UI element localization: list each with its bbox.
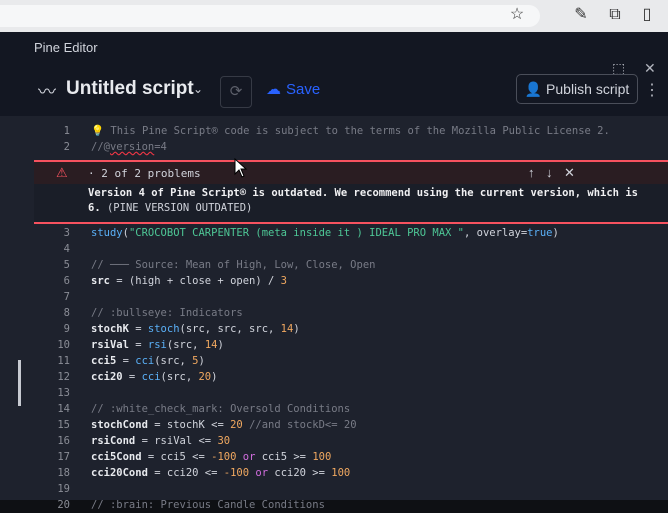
sync-icon: ⟳ [229, 83, 243, 100]
code-text: // :white_check_mark: Oversold Condition… [91, 403, 351, 415]
arrow-down-icon[interactable]: ↓ [546, 165, 553, 180]
code-line[interactable]: 18 cci20Cond = cci20 <= -100 or cci20 >= … [0, 466, 640, 481]
address-bar[interactable] [0, 5, 540, 27]
code-line[interactable]: 14 // :white_check_mark: Oversold Conditi… [0, 402, 640, 417]
line-number: 6 [63, 275, 70, 287]
code-line[interactable]: 3 study("CROCOBOT CARPENTER (meta inside … [0, 226, 640, 241]
line-number: 18 [57, 467, 70, 479]
code-line[interactable]: 1 💡 This Pine Script® code is subject to … [0, 124, 640, 139]
more-icon[interactable]: ⋮ [644, 80, 660, 100]
edit-icon[interactable]: ✎ [572, 6, 590, 24]
publish-script-button[interactable]: 👤 Publish script [516, 74, 638, 104]
line-number: 16 [57, 435, 70, 447]
code-line[interactable]: 20 // :brain: Previous Candle Conditions [0, 498, 640, 513]
code-text: // ─── Source: Mean of High, Low, Close,… [91, 259, 376, 271]
line-number: 10 [57, 339, 70, 351]
save-button[interactable]: ☁ Save [266, 80, 320, 98]
line-number: 20 [57, 499, 70, 511]
code-text: //@version=4 [91, 141, 167, 153]
scroll-indicator[interactable] [18, 360, 21, 406]
line-number: 8 [63, 307, 70, 319]
line-number: 3 [63, 227, 70, 239]
code-text: rsiCond = rsiVal <= 30 [91, 435, 231, 447]
code-line[interactable]: 15 stochCond = stochK <= 20 //and stockD<… [0, 418, 640, 433]
code-line[interactable]: 17 cci5Cond = cci5 <= -100 or cci5 >= 100 [0, 450, 640, 465]
code-line[interactable]: 7 [0, 290, 640, 305]
sidebar-icon[interactable]: ▯ [638, 6, 656, 24]
line-number: 4 [63, 243, 70, 255]
line-number: 5 [63, 259, 70, 271]
script-name[interactable]: Untitled script [66, 78, 194, 100]
editor-toolbar: 〰 Untitled script ⌄ ⟳ ☁ Save 👤 Publish sc… [0, 70, 668, 110]
problem-code: (PINE VERSION OUTDATED) [106, 202, 253, 214]
star-icon[interactable]: ☆ [508, 6, 526, 24]
problem-counter: · 2 of 2 problems [88, 167, 201, 180]
code-line[interactable]: 10 rsiVal = rsi(src, 14) [0, 338, 640, 353]
panel-title: Pine Editor [34, 40, 98, 55]
publish-label: Publish script [546, 81, 630, 97]
code-text: cci5Cond = cci5 <= -100 or cci5 >= 100 [91, 451, 332, 463]
code-text: src = (high + close + open) / 3 [91, 275, 287, 287]
code-line[interactable]: 9 stochK = stoch(src, src, src, 14) [0, 322, 640, 337]
pine-editor-panel: Pine Editor ⬚ ✕ 〰 Untitled script ⌄ ⟳ ☁ S… [0, 32, 668, 511]
code-text: cci5 = cci(src, 5) [91, 355, 205, 367]
problem-header: ⚠ · 2 of 2 problems ↑ ↓ ✕ [34, 162, 668, 184]
close-problem-icon[interactable]: ✕ [564, 165, 575, 181]
line-number: 7 [63, 291, 70, 303]
extensions-icon[interactable]: ⧉ [606, 6, 624, 24]
code-text: rsiVal = rsi(src, 14) [91, 339, 224, 351]
problem-counter-text: 2 of 2 problems [101, 167, 201, 180]
code-line[interactable]: 19 [0, 482, 640, 497]
chevron-down-icon[interactable]: ⌄ [193, 82, 203, 96]
code-line[interactable]: 12 cci20 = cci(src, 20) [0, 370, 640, 385]
code-line[interactable]: 4 [0, 242, 640, 257]
code-line[interactable]: 16 rsiCond = rsiVal <= 30 [0, 434, 640, 449]
code-text: study("CROCOBOT CARPENTER (meta inside i… [91, 227, 559, 239]
code-line[interactable]: 13 [0, 386, 640, 401]
person-icon: 👤 [524, 81, 547, 97]
code-line[interactable]: 8 // :bullseye: Indicators [0, 306, 640, 321]
line-number: 9 [63, 323, 70, 335]
save-label: Save [286, 81, 321, 98]
line-number: 15 [57, 419, 70, 431]
code-text: // :bullseye: Indicators [91, 307, 243, 319]
sync-button[interactable]: ⟳ [220, 76, 252, 108]
warning-icon: ⚠ [56, 165, 68, 180]
code-line[interactable]: 5 // ─── Source: Mean of High, Low, Close… [0, 258, 640, 273]
code-text: cci20 = cci(src, 20) [91, 371, 218, 383]
line-number: 17 [57, 451, 70, 463]
line-number: 2 [63, 141, 70, 153]
line-number: 12 [57, 371, 70, 383]
code-line[interactable]: 2 //@version=4 [0, 140, 640, 155]
cloud-upload-icon: ☁ [266, 81, 281, 98]
line-number: 1 [63, 125, 70, 137]
code-line[interactable]: 6 src = (high + close + open) / 3 [0, 274, 640, 289]
code-text: // :brain: Previous Candle Conditions [91, 499, 325, 511]
line-number: 11 [57, 355, 70, 367]
code-text: stochCond = stochK <= 20 //and stockD<= … [91, 419, 357, 431]
problem-message: Version 4 of Pine Script® is outdated. W… [88, 186, 648, 216]
code-editor[interactable]: ⚠ · 2 of 2 problems ↑ ↓ ✕ Version 4 of P… [0, 116, 668, 511]
line-chart-icon: 〰 [38, 82, 56, 102]
code-text: 💡 This Pine Script® code is subject to t… [91, 125, 610, 137]
code-line[interactable]: 11 cci5 = cci(src, 5) [0, 354, 640, 369]
line-number: 19 [57, 483, 70, 495]
arrow-up-icon[interactable]: ↑ [528, 165, 535, 180]
code-text: stochK = stoch(src, src, src, 14) [91, 323, 300, 335]
code-text: cci20Cond = cci20 <= -100 or cci20 >= 10… [91, 467, 351, 479]
line-number: 13 [57, 387, 70, 399]
line-number: 14 [57, 403, 70, 415]
browser-toolbar: ☆ ✎ ⧉ ▯ [0, 0, 668, 33]
problem-widget: ⚠ · 2 of 2 problems ↑ ↓ ✕ Version 4 of P… [34, 160, 668, 224]
